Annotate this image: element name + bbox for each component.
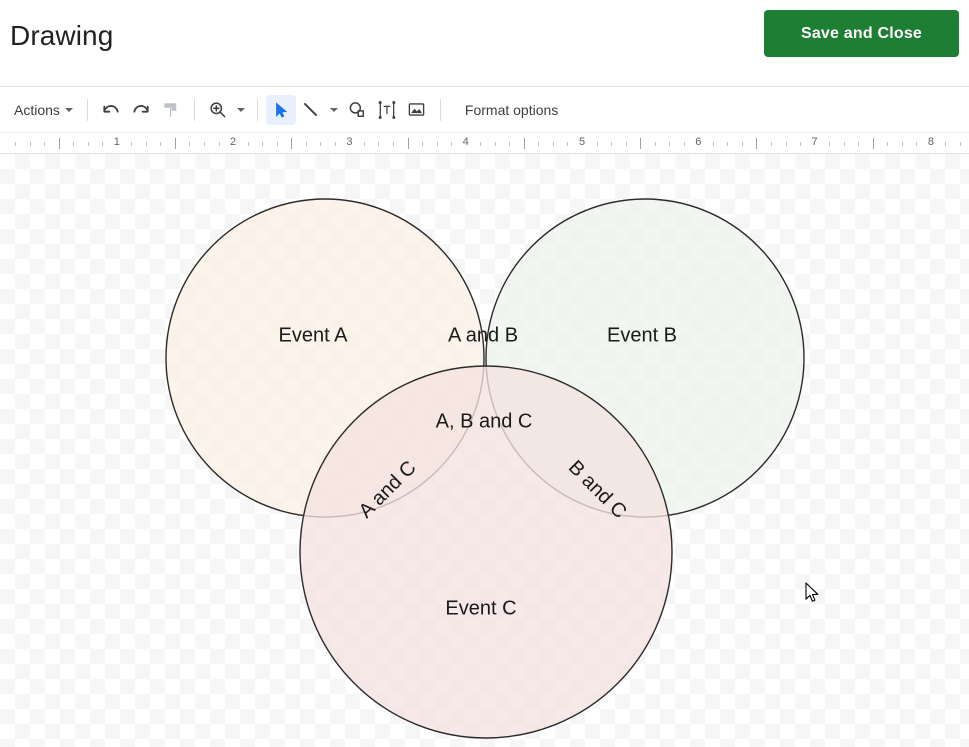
ruler-tick-minor: [146, 142, 147, 146]
ruler[interactable]: 1 2 3 4 5 6 7 8: [0, 132, 969, 154]
venn-circle-c[interactable]: [299, 365, 673, 739]
ruler-number: 8: [927, 136, 934, 148]
ruler-tick-minor: [553, 142, 554, 146]
ruler-tick-minor: [684, 142, 685, 146]
ruler-tick-minor: [727, 142, 728, 146]
ruler-tick-minor: [88, 142, 89, 146]
ruler-tick-minor: [219, 142, 220, 146]
ruler-tick-minor: [786, 142, 787, 146]
header-bar: Drawing Save and Close: [0, 0, 969, 86]
ruler-tick-major: [408, 138, 409, 149]
zoom-icon[interactable]: [203, 95, 233, 125]
ruler-tick-minor: [916, 142, 917, 146]
ruler-number: 6: [695, 136, 702, 148]
drawing-editor-window: Drawing Save and Close Actions Format op…: [0, 0, 969, 747]
ruler-tick-minor: [73, 142, 74, 146]
ruler-tick-minor: [611, 142, 612, 146]
image-icon[interactable]: [402, 95, 432, 125]
ruler-tick-minor: [669, 142, 670, 146]
ruler-tick-minor: [393, 142, 394, 146]
ruler-tick-minor: [538, 142, 539, 146]
paint-format-icon[interactable]: [156, 95, 186, 125]
ruler-tick-minor: [945, 142, 946, 146]
ruler-tick-major: [291, 138, 292, 149]
ruler-tick-minor: [567, 142, 568, 146]
ruler-tick-minor: [451, 142, 452, 146]
ruler-tick-minor: [960, 142, 961, 146]
select-icon[interactable]: [265, 94, 296, 125]
ruler-number: 1: [113, 136, 120, 148]
ruler-tick-minor: [844, 142, 845, 146]
ruler-tick-minor: [626, 142, 627, 146]
line-icon[interactable]: [296, 95, 326, 125]
ruler-tick-minor: [655, 142, 656, 146]
actions-menu-button[interactable]: Actions: [8, 95, 79, 125]
ruler-tick-minor: [320, 142, 321, 146]
ruler-tick-minor: [480, 142, 481, 146]
ruler-tick-major: [640, 138, 641, 149]
ruler-tick-minor: [509, 142, 510, 146]
toolbar-divider: [439, 98, 441, 121]
ruler-tick-minor: [364, 142, 365, 146]
ruler-tick-major: [873, 138, 874, 149]
ruler-tick-minor: [335, 142, 336, 146]
ruler-tick-minor: [742, 142, 743, 146]
toolbar-divider: [86, 98, 88, 121]
ruler-tick-minor: [306, 142, 307, 146]
ruler-tick-minor: [30, 142, 31, 146]
chevron-down-icon: [64, 107, 73, 112]
ruler-tick-minor: [422, 142, 423, 146]
toolbar-divider: [256, 98, 258, 121]
save-and-close-button[interactable]: Save and Close: [764, 10, 959, 57]
ruler-number: 5: [578, 136, 586, 148]
ruler-tick-minor: [829, 142, 830, 146]
ruler-tick-minor: [771, 142, 772, 146]
ruler-tick-minor: [189, 142, 190, 146]
ruler-tick-minor: [597, 142, 598, 146]
ruler-tick-minor: [204, 142, 205, 146]
zoom-dropdown-icon[interactable]: [233, 95, 249, 125]
ruler-tick-minor: [15, 142, 16, 146]
ruler-tick-minor: [437, 142, 438, 146]
chevron-down-icon: [236, 107, 245, 112]
ruler-tick-minor: [902, 142, 903, 146]
ruler-tick-major: [756, 138, 757, 149]
ruler-number: 2: [230, 136, 237, 148]
ruler-tick-minor: [800, 142, 801, 146]
redo-icon[interactable]: [126, 95, 156, 125]
shape-icon[interactable]: [342, 95, 372, 125]
ruler-number: 7: [811, 136, 818, 148]
ruler-tick-minor: [44, 142, 45, 146]
ruler-tick-minor: [248, 142, 249, 146]
line-dropdown-icon[interactable]: [326, 95, 342, 125]
ruler-tick-minor: [160, 142, 161, 146]
ruler-tick-minor: [887, 142, 888, 146]
ruler-tick-major: [175, 138, 176, 149]
ruler-tick-minor: [262, 142, 263, 146]
page-title: Drawing: [10, 20, 114, 51]
format-options-button[interactable]: Format options: [459, 95, 564, 125]
venn-diagram: [165, 198, 805, 739]
ruler-tick-minor: [378, 142, 379, 146]
ruler-tick-minor: [713, 142, 714, 146]
text-box-icon[interactable]: [372, 95, 402, 125]
ruler-tick-minor: [277, 142, 278, 146]
toolbar-divider: [193, 98, 195, 121]
drawing-canvas[interactable]: Event AA and B Event B A, B and CA and CB …: [0, 154, 969, 747]
ruler-tick-minor: [102, 142, 103, 146]
ruler-tick-minor: [131, 142, 132, 146]
ruler-tick-minor: [495, 142, 496, 146]
toolbar: Actions Format options: [0, 86, 969, 132]
ruler-number: 3: [346, 136, 353, 148]
chevron-down-icon: [329, 107, 338, 112]
actions-menu-label: Actions: [14, 101, 60, 118]
undo-icon[interactable]: [96, 95, 126, 125]
ruler-number: 4: [462, 136, 469, 148]
ruler-tick-major: [59, 138, 60, 149]
ruler-tick-major: [524, 138, 525, 149]
ruler-tick-minor: [858, 142, 859, 146]
